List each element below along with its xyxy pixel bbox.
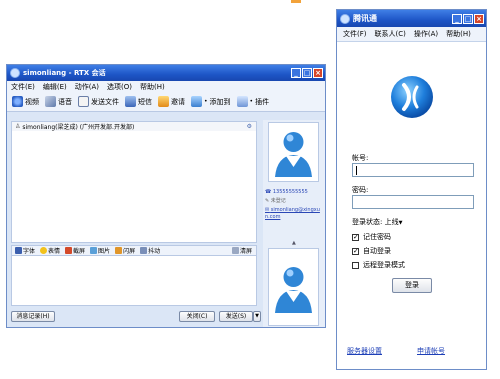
add-to-icon [191, 96, 202, 107]
plugin-icon [236, 96, 248, 107]
flash-icon [115, 247, 123, 254]
remote-login-checkbox[interactable] [352, 261, 359, 269]
close-window-button[interactable]: × [474, 13, 484, 24]
plugin-button[interactable]: • 插件 [236, 96, 269, 107]
menu-file[interactable]: 文件(E) [11, 82, 35, 92]
server-settings-link[interactable]: 服务器设置 [347, 346, 382, 356]
invite-icon [158, 96, 169, 107]
screenshot-button[interactable]: 截屏 [65, 246, 85, 255]
auto-login-row[interactable]: ✓ 自动登录 [352, 246, 391, 256]
send-options-button[interactable]: ▼ [253, 311, 261, 322]
login-window: 腾讯通 _ □ × 文件(F) 联系人(C) 操作(A) 帮助(H) 帐号: 密… [336, 9, 487, 370]
rtx-brand-logo-icon [391, 76, 433, 118]
clear-icon [231, 247, 239, 254]
rtx-logo-icon [340, 13, 350, 24]
login-button[interactable]: 登录 [392, 278, 432, 293]
login-window-title: 腾讯通 [353, 14, 377, 23]
status-dropdown[interactable]: 上线▼ [385, 218, 403, 226]
chat-window: simonliang - RTX 会话 _ □ × 文件(E) 编辑(E) 动作… [6, 64, 326, 328]
flash-screen-button[interactable]: 闪屏 [115, 246, 135, 255]
menu-file[interactable]: 文件(F) [343, 29, 367, 39]
auto-login-checkbox[interactable]: ✓ [352, 247, 359, 255]
my-avatar [268, 248, 319, 326]
smiley-icon [40, 247, 48, 254]
message-history-area[interactable] [11, 131, 257, 243]
login-menubar: 文件(F) 联系人(C) 操作(A) 帮助(H) [337, 27, 486, 42]
clear-screen-button[interactable]: 清屏 [231, 246, 252, 255]
menu-action[interactable]: 动作(A) [75, 82, 99, 92]
mail-icon: ✉ [265, 207, 270, 213]
close-window-button[interactable]: × [313, 68, 323, 78]
send-file-icon [78, 96, 89, 107]
user-icon: ♙ [15, 123, 21, 130]
sms-button[interactable]: 短信 [125, 96, 152, 107]
chat-window-title: simonliang - RTX 会话 [23, 69, 106, 77]
video-button[interactable]: 视频 [12, 96, 39, 107]
maximize-button[interactable]: □ [463, 13, 473, 24]
menu-contacts[interactable]: 联系人(C) [375, 29, 406, 39]
accent-mark [291, 0, 301, 3]
format-bar: 字体 表情 截屏 图片 闪屏 抖动 清屏 [11, 245, 257, 256]
login-status-row: 登录状态: 上线▼ [352, 218, 403, 226]
menu-edit[interactable]: 编辑(E) [43, 82, 67, 92]
menu-help[interactable]: 帮助(H) [446, 29, 471, 39]
chat-toolbar: 视频 语音 发送文件 短信 邀请 • 添加到 • 插件 [7, 92, 325, 112]
password-field[interactable] [352, 195, 474, 209]
menu-options[interactable]: 选项(O) [107, 82, 132, 92]
minimize-button[interactable]: _ [291, 68, 301, 78]
header-settings-icon[interactable]: ⚙ [247, 123, 252, 130]
chat-menubar: 文件(E) 编辑(E) 动作(A) 选项(O) 帮助(H) [7, 81, 325, 92]
contact-note: ✎ 未登记 [265, 198, 286, 204]
close-button[interactable]: 关闭(C) [179, 311, 215, 322]
image-button[interactable]: 图片 [90, 246, 110, 255]
remember-password-row[interactable]: ✓ 记住密码 [352, 232, 391, 242]
remote-login-row[interactable]: 远程登录模式 [352, 260, 405, 270]
rtx-logo-icon [10, 68, 20, 78]
minimize-button[interactable]: _ [452, 13, 462, 24]
history-button[interactable]: 消息记录(H) [11, 311, 55, 322]
font-icon [15, 247, 22, 254]
contact-side-panel: ☎ 13555555555 ✎ 未登记 ✉ simonliang@xingxun… [263, 120, 325, 327]
menu-help[interactable]: 帮助(H) [140, 82, 165, 92]
phone-icon: ☎ [265, 189, 272, 195]
apply-account-link[interactable]: 申请帐号 [417, 346, 445, 356]
note-icon: ✎ [265, 198, 270, 204]
video-icon [12, 96, 23, 107]
sms-icon [125, 96, 136, 107]
text-cursor [356, 166, 357, 175]
invite-button[interactable]: 邀请 [158, 96, 185, 107]
image-icon [90, 247, 98, 254]
maximize-button[interactable]: □ [302, 68, 312, 78]
contact-avatar [268, 122, 319, 182]
voice-button[interactable]: 语音 [45, 96, 72, 107]
conversation-title: simonliang(梁芝成) (广州开发部.开发部) [22, 124, 135, 131]
voice-icon [45, 96, 56, 107]
contact-avatar-icon [275, 132, 312, 177]
send-file-button[interactable]: 发送文件 [78, 96, 119, 107]
contact-phone[interactable]: ☎ 13555555555 [265, 189, 308, 196]
panel-collapse-icon[interactable]: ▲ [292, 240, 296, 246]
dropdown-dot: • [204, 98, 208, 105]
account-label: 帐号: [352, 154, 369, 162]
remember-password-checkbox[interactable]: ✓ [352, 233, 359, 241]
emoticon-button[interactable]: 表情 [40, 246, 60, 255]
dropdown-arrow-icon: ▼ [398, 220, 403, 226]
dropdown-dot: • [249, 98, 254, 105]
account-field[interactable] [352, 163, 474, 177]
font-button[interactable]: 字体 [15, 246, 35, 255]
login-titlebar[interactable]: 腾讯通 _ □ × [337, 10, 486, 27]
message-input[interactable] [11, 256, 257, 306]
chat-titlebar[interactable]: simonliang - RTX 会话 _ □ × [7, 65, 325, 81]
password-label: 密码: [352, 186, 369, 194]
shake-icon [140, 247, 148, 254]
shake-button[interactable]: 抖动 [140, 246, 160, 255]
my-avatar-icon [275, 267, 312, 313]
contact-email[interactable]: ✉ simonliang@xingxun.com [265, 207, 321, 221]
add-to-button[interactable]: • 添加到 [191, 96, 231, 107]
scissors-icon [65, 247, 73, 254]
menu-operation[interactable]: 操作(A) [414, 29, 438, 39]
send-button[interactable]: 发送(S) [219, 311, 253, 322]
